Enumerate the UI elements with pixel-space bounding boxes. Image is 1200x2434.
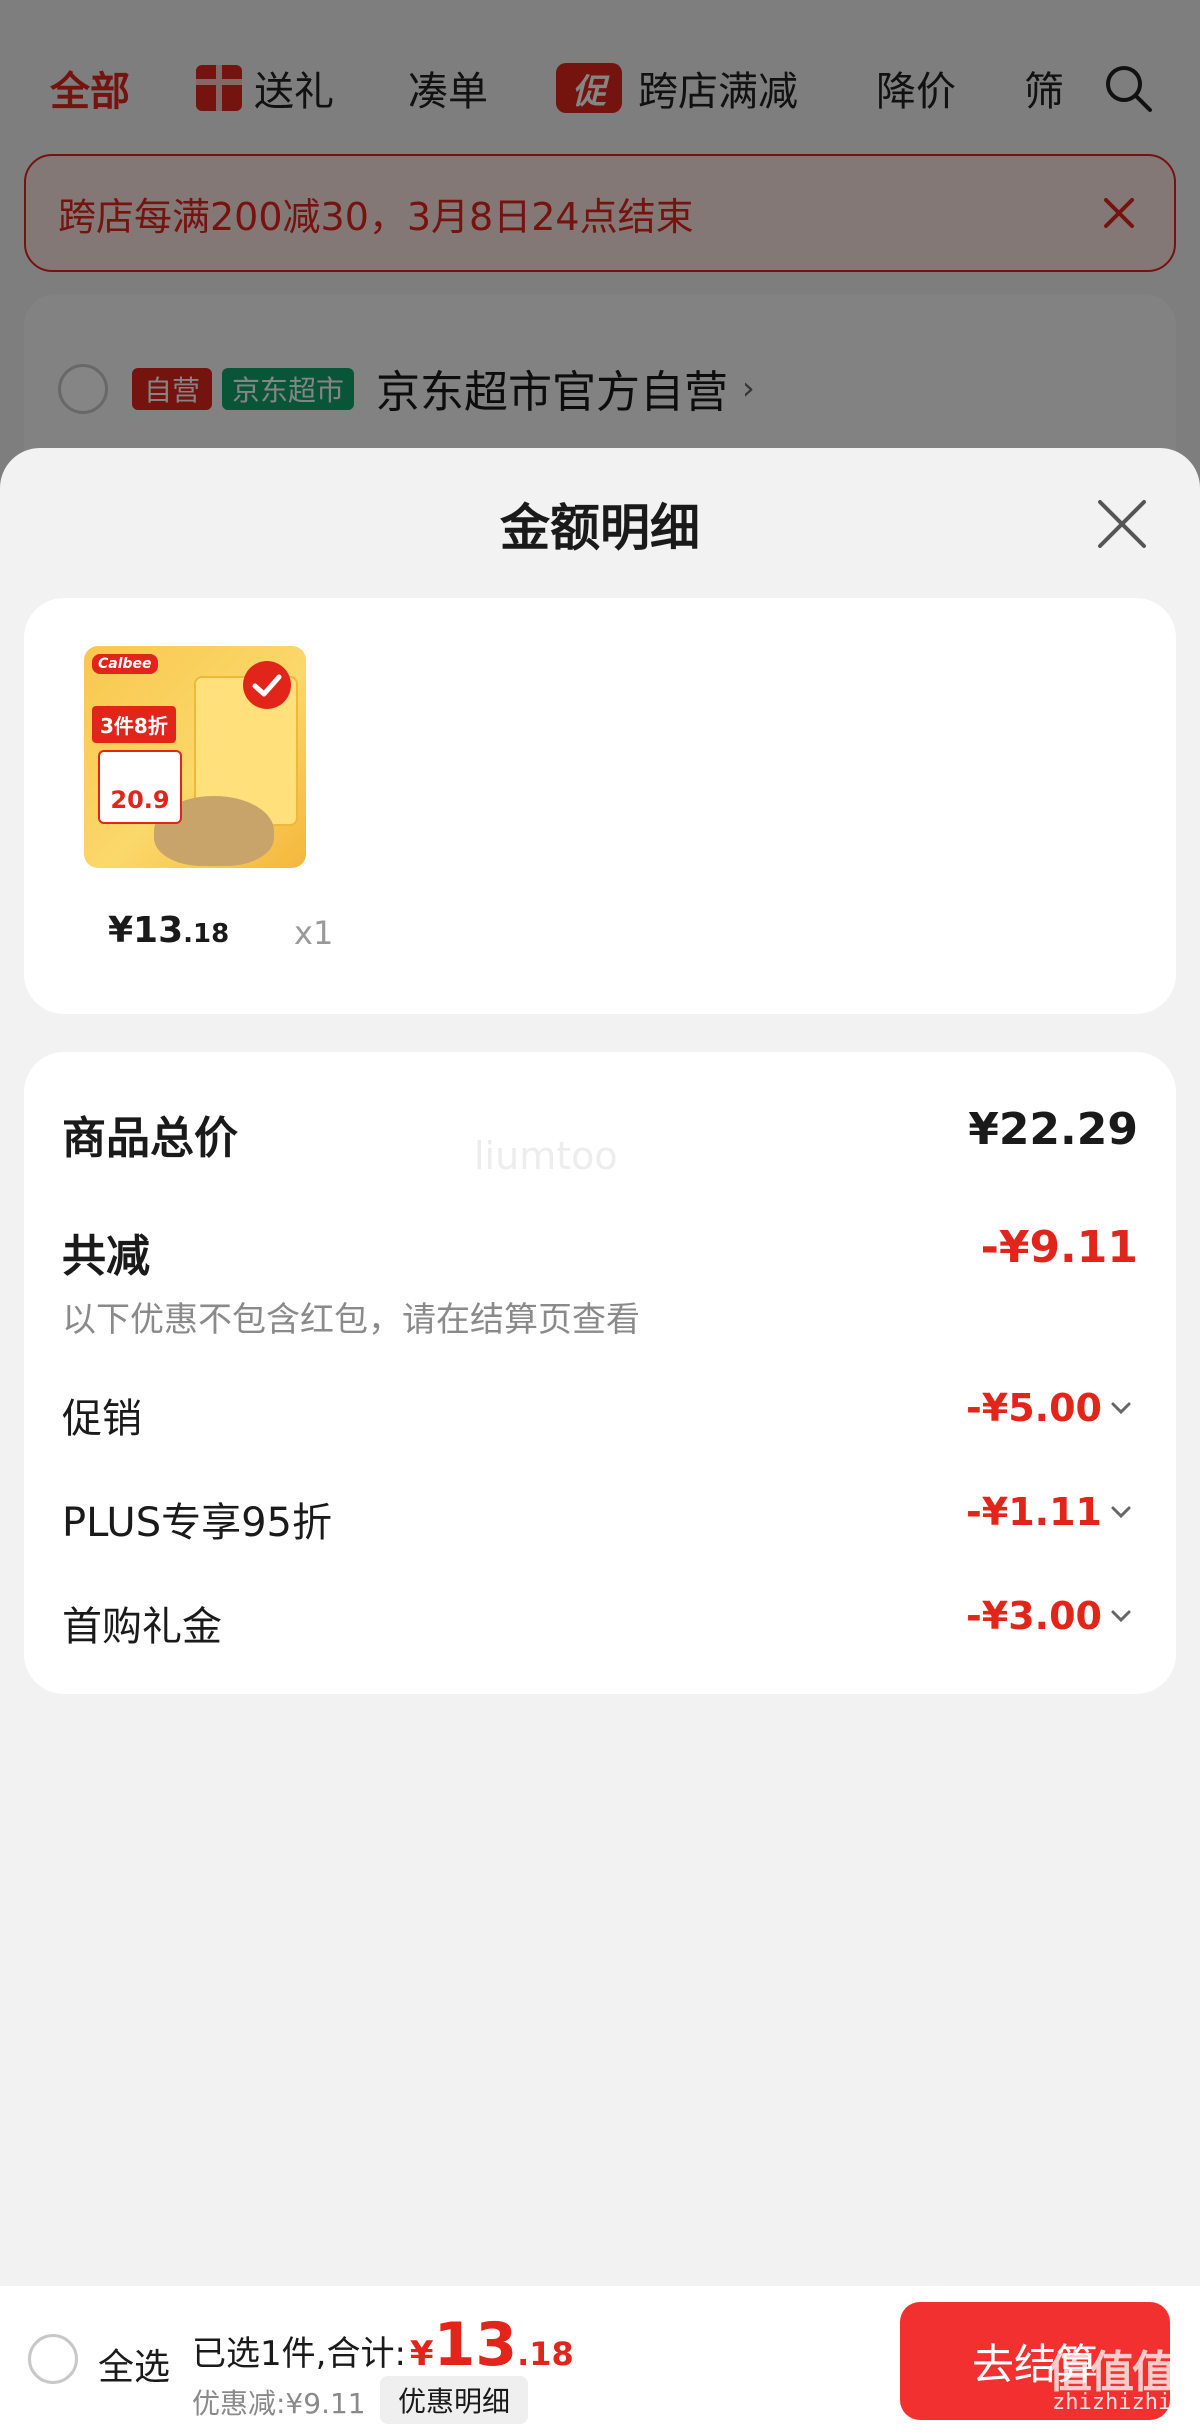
site-watermark-url: zhizhizhi.com (1052, 2390, 1200, 2415)
watermark-text: liumtoo (474, 1134, 618, 1178)
plus-discount-label: PLUS专享95折 (62, 1500, 332, 1546)
first-purchase-gift-label: 首购礼金 (62, 1604, 222, 1650)
plus-discount-value-toggle[interactable]: -¥1.11 (966, 1490, 1132, 1534)
chevron-down-icon (1111, 1610, 1131, 1623)
first-purchase-gift-value-toggle[interactable]: -¥3.00 (966, 1594, 1132, 1638)
promotion-value: -¥5.00 (966, 1386, 1102, 1430)
selected-summary: 已选1件,合计: ¥ 13 .18 (192, 2310, 574, 2380)
thumb-promo-label: 3件8折 (92, 706, 176, 743)
product-price-cents: .18 (183, 919, 230, 949)
amount-detail-sheet: 金额明细 Calbee 3件8折 20.9 ¥13 .18 x1 商品总价 ¥2… (0, 448, 1200, 2286)
close-icon[interactable] (1094, 496, 1150, 552)
brand-logo: Calbee (92, 654, 158, 674)
currency-symbol: ¥ (409, 2334, 434, 2374)
discount-summary: 优惠减:¥9.11 (192, 2387, 366, 2420)
promotion-value-toggle[interactable]: -¥5.00 (966, 1386, 1132, 1430)
total-amount-cents: .18 (517, 2335, 574, 2373)
product-price: ¥13 .18 (108, 910, 229, 951)
reduction-note: 以下优惠不包含红包，请在结算页查看 (62, 1300, 640, 1340)
chevron-down-icon (1111, 1506, 1131, 1519)
checkout-bar: 全选 已选1件,合计: ¥ 13 .18 优惠减:¥9.11 优惠明细 去结算 (0, 2286, 1200, 2434)
price-summary-card: 商品总价 ¥22.29 liumtoo 共减 -¥9.11 以下优惠不包含红包，… (24, 1052, 1176, 1694)
selected-count-text: 已选1件,合计: (192, 2334, 406, 2374)
total-amount: 13 (433, 2310, 518, 2380)
discount-detail-button[interactable]: 优惠明细 (380, 2376, 529, 2424)
select-all-label[interactable]: 全选 (98, 2338, 170, 2390)
total-price-value: ¥22.29 (968, 1104, 1138, 1155)
product-quantity: x1 (294, 914, 334, 952)
product-card: Calbee 3件8折 20.9 ¥13 .18 x1 (24, 598, 1176, 1014)
sheet-title: 金额明细 (500, 499, 700, 557)
total-price-label: 商品总价 (62, 1113, 238, 1164)
product-price-main: ¥13 (108, 910, 184, 951)
check-icon (243, 661, 291, 709)
chevron-down-icon (1111, 1402, 1131, 1415)
total-reduction-label: 共减 (62, 1231, 150, 1282)
first-purchase-gift-value: -¥3.00 (966, 1594, 1102, 1638)
promotion-label: 促销 (62, 1396, 142, 1442)
thumb-price: 20.9 (98, 750, 182, 824)
total-reduction-value: -¥9.11 (980, 1222, 1138, 1273)
plus-discount-value: -¥1.11 (966, 1490, 1102, 1534)
product-image[interactable]: Calbee 3件8折 20.9 (84, 646, 306, 868)
select-all-radio[interactable] (28, 2334, 78, 2384)
